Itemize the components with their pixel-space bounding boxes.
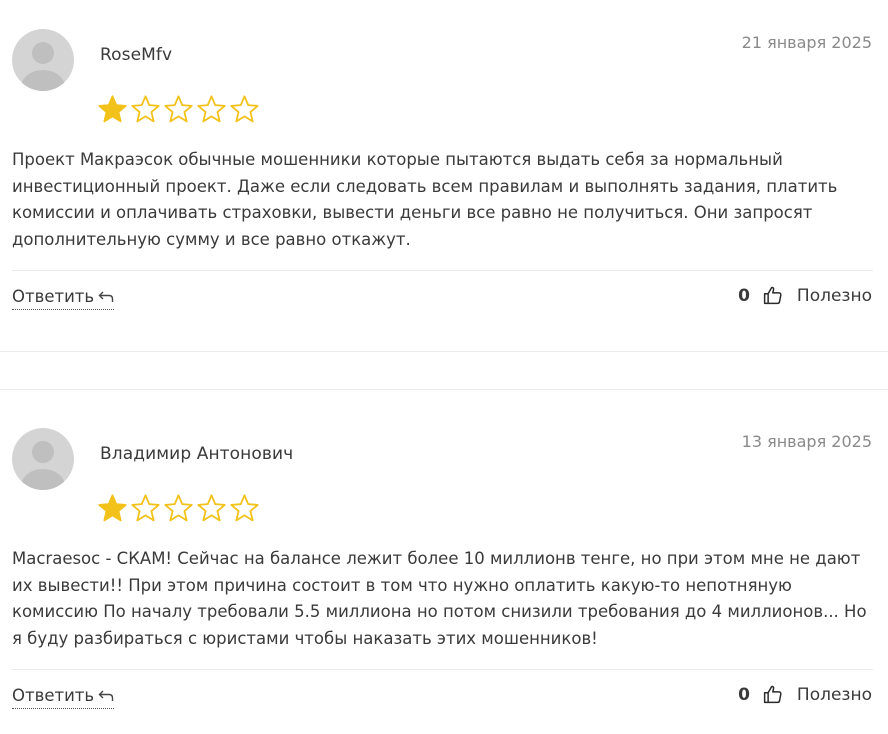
helpful-count: 0	[738, 684, 750, 705]
star-filled-icon	[98, 95, 127, 123]
reply-button[interactable]: Ответить	[12, 686, 115, 709]
helpful-label[interactable]: Полезно	[797, 286, 872, 306]
star-empty-icon	[164, 494, 193, 522]
review-date: 13 января 2025	[741, 432, 872, 451]
star-filled-icon	[98, 494, 127, 522]
star-empty-icon	[197, 494, 226, 522]
star-empty-icon	[230, 95, 259, 123]
helpful-group: 0 Полезно	[738, 684, 872, 705]
author-name: RoseMfv	[100, 45, 173, 65]
divider	[12, 270, 873, 271]
reply-label: Ответить	[12, 287, 95, 306]
review-text: Проект Макраэсок обычные мошенники котор…	[12, 150, 838, 249]
helpful-count: 0	[738, 285, 750, 306]
review-text: Macraesoc - СКАМ! Сейчас на балансе лежи…	[12, 549, 867, 648]
avatar	[12, 29, 74, 91]
author-name: Владимир Антонович	[100, 444, 294, 464]
star-empty-icon	[164, 95, 193, 123]
divider	[12, 669, 873, 670]
reply-arrow-icon	[98, 291, 114, 302]
section-separator	[0, 389, 888, 390]
star-empty-icon	[230, 494, 259, 522]
user-silhouette-icon	[21, 441, 65, 490]
star-empty-icon	[131, 95, 160, 123]
reply-label: Ответить	[12, 686, 95, 705]
helpful-group: 0 Полезно	[738, 285, 872, 306]
star-empty-icon	[197, 95, 226, 123]
review-date: 21 января 2025	[741, 33, 872, 52]
avatar	[12, 428, 74, 490]
helpful-label[interactable]: Полезно	[797, 685, 872, 705]
section-separator	[0, 351, 888, 352]
star-empty-icon	[131, 494, 160, 522]
thumbs-up-icon[interactable]	[762, 684, 783, 705]
reply-button[interactable]: Ответить	[12, 287, 115, 310]
thumbs-up-icon[interactable]	[762, 285, 783, 306]
rating-stars	[97, 94, 260, 125]
reply-arrow-icon	[98, 690, 114, 701]
rating-stars	[97, 493, 260, 524]
user-silhouette-icon	[21, 42, 65, 91]
